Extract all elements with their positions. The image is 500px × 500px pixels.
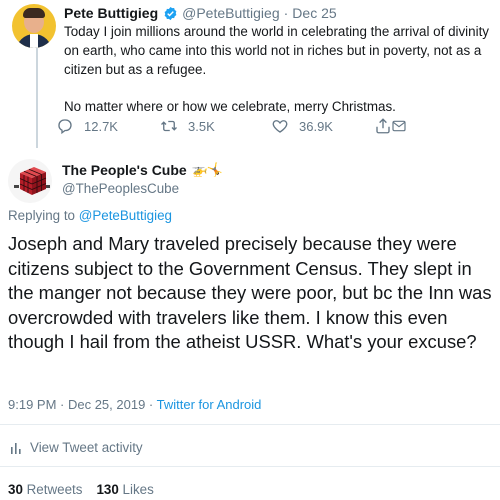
cube-icon <box>14 167 50 195</box>
dm-envelope-icon <box>392 120 406 132</box>
name-emoji-badges: 🚁🤸 <box>191 162 223 177</box>
likes-label: Likes <box>122 482 154 497</box>
retweet-button[interactable]: 3.5K <box>160 117 215 135</box>
tweet-meta: 9:19 PM · Dec 25, 2019 · Twitter for And… <box>8 397 261 412</box>
reply-text: Joseph and Mary traveled precisely becau… <box>8 233 492 353</box>
like-count: 36.9K <box>299 118 333 134</box>
view-activity-link[interactable]: View Tweet activity <box>10 440 143 455</box>
share-button[interactable] <box>374 117 407 135</box>
divider <box>0 466 500 467</box>
replying-to-line: Replying to @PeteButtigieg <box>8 208 172 223</box>
tweet-actions: 12.7K 3.5K 36.9K <box>56 117 436 137</box>
separator: · <box>283 5 289 21</box>
engagement-stats: 30 Retweets 130 Likes <box>8 482 154 497</box>
author-name[interactable]: Pete Buttigieg <box>64 5 158 21</box>
reply-count: 12.7K <box>84 118 118 134</box>
retweets-stat[interactable]: 30 Retweets <box>8 482 82 497</box>
share-icon <box>376 118 390 134</box>
likes-count: 130 <box>96 482 119 497</box>
retweets-count: 30 <box>8 482 23 497</box>
retweet-icon <box>161 120 177 132</box>
verified-badge-icon <box>164 6 177 20</box>
tweet-date[interactable]: Dec 25 <box>292 5 336 21</box>
client-link[interactable]: Twitter for Android <box>157 397 262 412</box>
like-icon <box>272 120 288 133</box>
tweet-paragraph: No matter where or how we celebrate, mer… <box>64 99 396 114</box>
avatar[interactable] <box>12 4 56 48</box>
tweet-timestamp[interactable]: 9:19 PM · Dec 25, 2019 · <box>8 397 157 412</box>
mention-link[interactable]: @PeteButtigieg <box>79 208 172 223</box>
divider <box>0 424 500 425</box>
reply-icon <box>58 119 72 135</box>
activity-label[interactable]: View Tweet activity <box>30 440 143 455</box>
reply-button[interactable]: 12.7K <box>56 117 118 135</box>
likes-stat[interactable]: 130 Likes <box>96 482 153 497</box>
tweet-header: Pete Buttigieg @PeteButtigieg · Dec 25 <box>64 5 337 21</box>
author-handle[interactable]: @ThePeoplesCube <box>62 181 179 196</box>
parent-tweet[interactable]: Pete Buttigieg @PeteButtigieg · Dec 25 T… <box>0 0 500 148</box>
retweet-count: 3.5K <box>188 118 215 134</box>
tweet-text: Today I join millions around the world i… <box>64 22 494 116</box>
author-name[interactable]: The People's Cube <box>62 162 187 178</box>
cube-avatar[interactable] <box>8 159 52 203</box>
retweets-label: Retweets <box>26 482 83 497</box>
like-button[interactable]: 36.9K <box>271 117 333 135</box>
reply-author[interactable]: The People's Cube 🚁🤸 <box>62 162 223 178</box>
thread-line <box>36 48 38 148</box>
tweet-paragraph: Today I join millions around the world i… <box>64 24 489 77</box>
activity-icon <box>11 442 21 454</box>
replying-prefix: Replying to <box>8 208 75 223</box>
author-handle[interactable]: @PeteButtigieg <box>182 5 280 21</box>
